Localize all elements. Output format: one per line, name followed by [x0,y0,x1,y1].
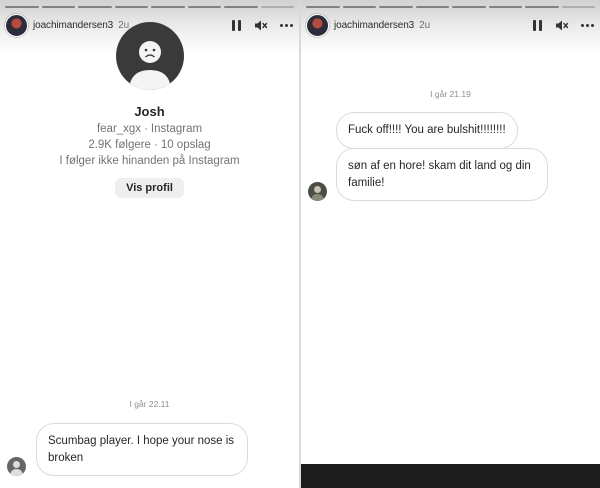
progress-segment [415,6,449,8]
progress-segment [452,6,486,8]
message-row: Fuck off!!!! You are bulshit!!!!!!!! [336,112,518,149]
view-profile-button[interactable]: Vis profil [115,178,184,198]
progress-segment [260,6,294,8]
profile-handle: fear_xgx [96,123,142,135]
message-text: Scumbag player. I hope your nose is [48,435,235,447]
profile-handle-line: fear_xgx · Instagram [96,123,203,135]
story-header: joachimandersen3 2u [306,12,594,38]
profile-name: Josh [134,104,165,119]
profile-posts: 10 opslag [160,139,211,151]
message-text: søn af en hore! skam dit land og din [348,160,531,172]
pause-icon[interactable] [533,18,543,32]
story-user-avatar[interactable] [306,13,329,37]
more-icon[interactable] [581,18,594,32]
profile-followers: 2.9K følgere [88,139,151,151]
progress-segment [41,6,75,8]
message-bubble[interactable]: Fuck off!!!! You are bulshit!!!!!!!! [336,112,518,149]
message-timestamp: I går 22.11 [129,399,170,409]
story-progress-bar [5,6,294,8]
story-time-ago: 2u [419,19,431,31]
profile-relation: I følger ikke hinanden på Instagram [59,155,240,167]
progress-segment [224,6,258,8]
progress-segment [379,6,413,8]
story-progress-bar [306,6,595,8]
message-row: Scumbag player. I hope your nose is brok… [7,423,248,477]
message-text: broken [48,451,84,464]
sender-avatar[interactable] [7,457,26,477]
progress-segment [525,6,559,8]
bottom-bar [301,464,600,488]
story-panel-left: joachimandersen3 2u Josh fear_xgx · Inst… [0,0,299,488]
progress-segment [306,6,340,8]
progress-segment [78,6,112,8]
sender-avatar[interactable] [308,182,327,202]
message-bubble[interactable]: søn af en hore! skam dit land og din fam… [336,148,548,202]
message-text: familie! [348,176,385,189]
story-panel-right: joachimandersen3 2u I går 21.19 Fuck off… [301,0,600,488]
message-row: søn af en hore! skam dit land og din fam… [308,148,548,202]
progress-segment [114,6,148,8]
progress-segment [187,6,221,8]
progress-segment [151,6,185,8]
progress-segment [342,6,376,8]
message-timestamp: I går 21.19 [430,89,471,99]
message-bubble[interactable]: Scumbag player. I hope your nose is brok… [36,423,248,477]
message-text: Fuck off!!!! You are bulshit!!!!!!!! [348,124,506,136]
mute-icon[interactable] [555,18,569,32]
story-username[interactable]: joachimandersen3 [334,20,414,31]
progress-segment [488,6,522,8]
profile-platform: Instagram [150,123,203,135]
profile-stats-line: 2.9K følgere · 10 opslag [88,139,211,151]
profile-avatar[interactable] [115,22,184,90]
profile-card: Josh fear_xgx · Instagram 2.9K følgere · 10 … [0,22,299,198]
progress-segment [5,6,39,8]
progress-segment [561,6,595,8]
sad-face-icon [128,41,171,90]
